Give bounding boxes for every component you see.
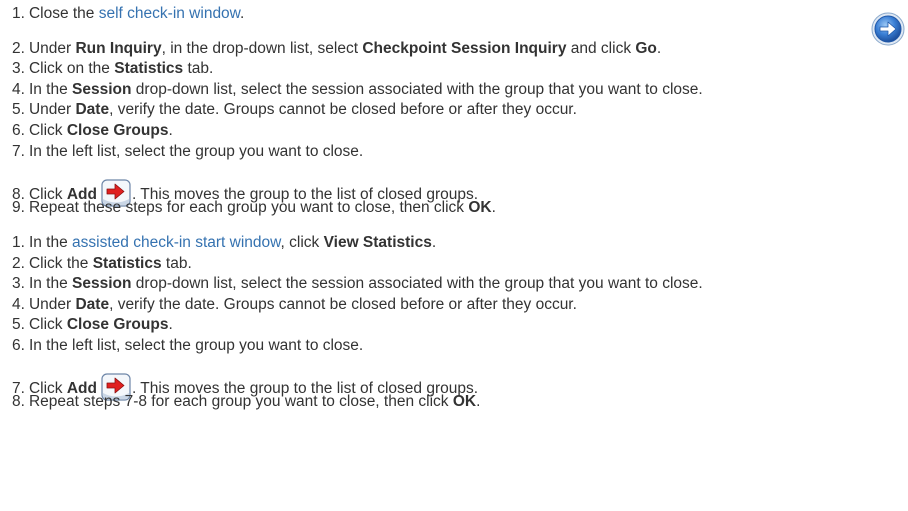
- step-text: .: [431, 234, 437, 251]
- step-number: 6.: [12, 122, 25, 139]
- step-2-4: 4. Under Date, verify the date. Groups ca…: [12, 295, 577, 315]
- step-text: Click: [28, 122, 67, 139]
- step-number: 4.: [12, 296, 25, 313]
- step-1-2: 2. Under Run Inquiry, in the drop-down li…: [12, 39, 661, 59]
- step-number: 5.: [12, 101, 25, 118]
- step-1-9: 9. Repeat these steps for each group you …: [12, 198, 496, 218]
- step-number: 7.: [12, 143, 25, 160]
- step-number: 1.: [12, 5, 25, 22]
- step-text: Repeat steps 7-8 for each group you want…: [28, 393, 453, 410]
- step-text: tab.: [183, 60, 214, 77]
- step-text: drop-down list, select the session assoc…: [131, 275, 703, 292]
- step-2-2: 2. Click the Statistics tab.: [12, 254, 192, 274]
- ok-label: OK: [468, 199, 492, 216]
- assisted-check-in-start-window-link[interactable]: assisted check-in start window: [72, 234, 280, 251]
- date-label: Date: [75, 101, 110, 118]
- step-number: 2.: [12, 40, 25, 57]
- step-number: 5.: [12, 316, 25, 333]
- go-label: Go: [635, 40, 657, 57]
- close-groups-label: Close Groups: [66, 316, 169, 333]
- step-text: Under: [28, 40, 76, 57]
- step-text: Click: [28, 316, 67, 333]
- step-text: Repeat these steps for each group you wa…: [28, 199, 469, 216]
- step-text: .: [168, 122, 173, 139]
- step-1-5: 5. Under Date, verify the date. Groups ca…: [12, 100, 577, 120]
- self-check-in-window-link[interactable]: self check-in window: [99, 5, 240, 22]
- step-text: Click the: [28, 255, 93, 272]
- step-text: In the left list, select the group you w…: [28, 337, 364, 354]
- step-number: 3.: [12, 275, 25, 292]
- step-1-4: 4. In the Session drop-down list, select …: [12, 80, 703, 100]
- step-number: 3.: [12, 60, 25, 77]
- step-1-7: 7. In the left list, select the group you…: [12, 142, 363, 162]
- step-2-6: 6. In the left list, select the group you…: [12, 336, 363, 356]
- step-number: 1.: [12, 234, 25, 251]
- step-number: 4.: [12, 81, 25, 98]
- step-1-6: 6. Click Close Groups.: [12, 121, 173, 141]
- session-label: Session: [72, 81, 132, 98]
- step-number: 2.: [12, 255, 25, 272]
- step-text: .: [491, 199, 496, 216]
- step-text: Under: [28, 296, 76, 313]
- view-statistics-label: View Statistics: [323, 234, 432, 251]
- step-text: .: [656, 40, 662, 57]
- step-text: .: [168, 316, 173, 333]
- checkpoint-session-inquiry-label: Checkpoint Session Inquiry: [362, 40, 567, 57]
- ok-label: OK: [452, 393, 477, 410]
- step-text: Click on the: [28, 60, 115, 77]
- step-text: Under: [28, 101, 76, 118]
- step-2-8: 8. Repeat steps 7-8 for each group you wa…: [12, 392, 480, 412]
- step-number: 8.: [12, 393, 25, 410]
- step-1-1: 1. Close the self check-in window.: [12, 4, 244, 24]
- run-inquiry-label: Run Inquiry: [75, 40, 162, 57]
- go-arrow-icon: [871, 12, 905, 46]
- step-text: , click: [280, 234, 324, 251]
- step-text: , verify the date. Groups cannot be clos…: [109, 101, 577, 118]
- step-text: , in the drop-down list, select: [161, 40, 363, 57]
- step-text: and click: [566, 40, 636, 57]
- step-2-1: 1. In the assisted check-in start window,…: [12, 233, 436, 253]
- step-1-3: 3. Click on the Statistics tab.: [12, 59, 213, 79]
- step-text: Close the: [28, 5, 99, 22]
- statistics-label: Statistics: [92, 255, 162, 272]
- step-2-3: 3. In the Session drop-down list, select …: [12, 274, 703, 294]
- step-text: In the: [28, 234, 73, 251]
- step-text: tab.: [161, 255, 192, 272]
- step-2-5: 5. Click Close Groups.: [12, 315, 173, 335]
- date-label: Date: [75, 296, 110, 313]
- step-number: 9.: [12, 199, 25, 216]
- step-text: In the left list, select the group you w…: [28, 143, 364, 160]
- session-label: Session: [72, 275, 132, 292]
- statistics-label: Statistics: [114, 60, 184, 77]
- step-text: drop-down list, select the session assoc…: [131, 81, 703, 98]
- step-text: .: [476, 393, 481, 410]
- step-text: In the: [28, 81, 73, 98]
- step-number: 6.: [12, 337, 25, 354]
- step-text: .: [240, 5, 245, 22]
- step-text: In the: [28, 275, 73, 292]
- step-text: , verify the date. Groups cannot be clos…: [109, 296, 577, 313]
- close-groups-label: Close Groups: [66, 122, 169, 139]
